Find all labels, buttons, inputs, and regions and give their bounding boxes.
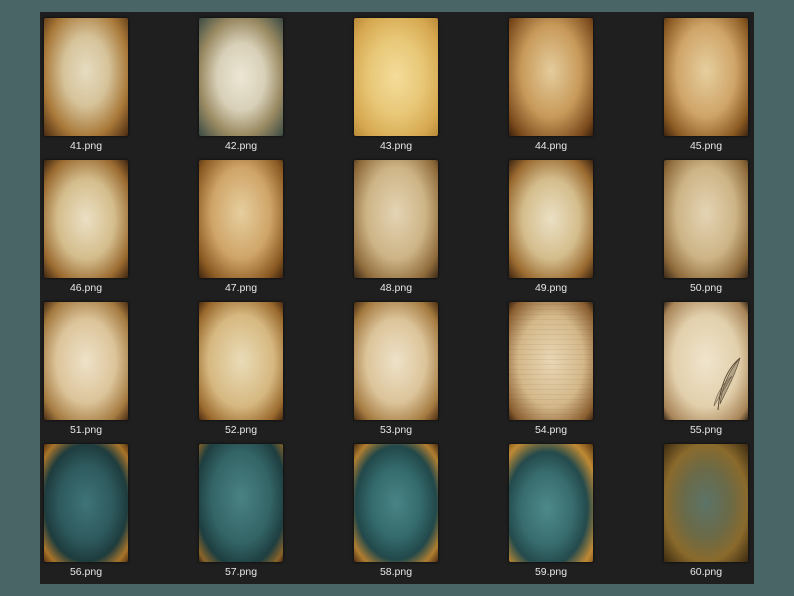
- file-tile-42[interactable]: 42.png: [199, 12, 283, 152]
- file-tile-47[interactable]: 47.png: [199, 154, 283, 294]
- thumbnail-59[interactable]: [509, 444, 593, 562]
- file-name-label: 54.png: [534, 424, 568, 436]
- file-tile-45[interactable]: 45.png: [664, 12, 748, 152]
- file-name-label: 59.png: [534, 566, 568, 578]
- thumbnail-43[interactable]: [354, 18, 438, 136]
- feather-illustration: [713, 357, 741, 411]
- thumbnail-50[interactable]: [664, 160, 748, 278]
- file-name-label: 57.png: [224, 566, 258, 578]
- thumbnail-48[interactable]: [354, 160, 438, 278]
- file-name-label: 50.png: [689, 282, 723, 294]
- thumbnail-46[interactable]: [44, 160, 128, 278]
- file-name-label: 58.png: [379, 566, 413, 578]
- file-tile-51[interactable]: 51.png: [44, 296, 128, 436]
- file-name-label: 53.png: [379, 424, 413, 436]
- file-name-label: 60.png: [689, 566, 723, 578]
- thumbnail-58[interactable]: [354, 444, 438, 562]
- file-tile-41[interactable]: 41.png: [44, 12, 128, 152]
- file-tile-43[interactable]: 43.png: [354, 12, 438, 152]
- file-browser-grid: 41.png 42.png 43.png 44.png 45.png 46.pn…: [40, 12, 754, 584]
- file-name-label: 44.png: [534, 140, 568, 152]
- file-tile-55[interactable]: 55.png: [664, 296, 748, 436]
- thumbnail-55[interactable]: [664, 302, 748, 420]
- file-tile-50[interactable]: 50.png: [664, 154, 748, 294]
- file-name-label: 41.png: [69, 140, 103, 152]
- file-name-label: 49.png: [534, 282, 568, 294]
- file-tile-56[interactable]: 56.png: [44, 438, 128, 578]
- thumbnail-49[interactable]: [509, 160, 593, 278]
- thumbnail-51[interactable]: [44, 302, 128, 420]
- file-name-label: 55.png: [689, 424, 723, 436]
- thumbnail-54[interactable]: [509, 302, 593, 420]
- file-name-label: 42.png: [224, 140, 258, 152]
- file-tile-59[interactable]: 59.png: [509, 438, 593, 578]
- file-tile-52[interactable]: 52.png: [199, 296, 283, 436]
- file-name-label: 48.png: [379, 282, 413, 294]
- file-name-label: 51.png: [69, 424, 103, 436]
- thumbnail-53[interactable]: [354, 302, 438, 420]
- file-tile-48[interactable]: 48.png: [354, 154, 438, 294]
- file-name-label: 43.png: [379, 140, 413, 152]
- thumbnail-47[interactable]: [199, 160, 283, 278]
- file-tile-46[interactable]: 46.png: [44, 154, 128, 294]
- file-tile-49[interactable]: 49.png: [509, 154, 593, 294]
- thumbnail-44[interactable]: [509, 18, 593, 136]
- file-tile-58[interactable]: 58.png: [354, 438, 438, 578]
- file-tile-44[interactable]: 44.png: [509, 12, 593, 152]
- file-tile-54[interactable]: 54.png: [509, 296, 593, 436]
- thumbnail-42[interactable]: [199, 18, 283, 136]
- thumbnail-52[interactable]: [199, 302, 283, 420]
- file-name-label: 47.png: [224, 282, 258, 294]
- file-name-label: 56.png: [69, 566, 103, 578]
- file-tile-57[interactable]: 57.png: [199, 438, 283, 578]
- thumbnail-60[interactable]: [664, 444, 748, 562]
- thumbnail-45[interactable]: [664, 18, 748, 136]
- thumbnail-41[interactable]: [44, 18, 128, 136]
- file-name-label: 45.png: [689, 140, 723, 152]
- file-name-label: 52.png: [224, 424, 258, 436]
- thumbnail-56[interactable]: [44, 444, 128, 562]
- file-tile-60[interactable]: 60.png: [664, 438, 748, 578]
- thumbnail-57[interactable]: [199, 444, 283, 562]
- file-tile-53[interactable]: 53.png: [354, 296, 438, 436]
- file-name-label: 46.png: [69, 282, 103, 294]
